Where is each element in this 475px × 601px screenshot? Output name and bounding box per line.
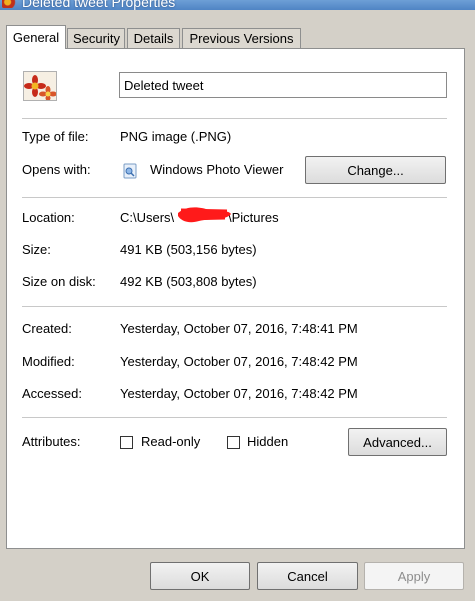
location-value-suffix: \Pictures — [228, 210, 279, 225]
general-panel — [6, 48, 465, 549]
title-bar[interactable]: Deleted tweet Properties — [0, 0, 475, 10]
separator — [22, 306, 447, 307]
location-value-prefix: C:\Users\ — [120, 210, 175, 225]
opens-with-value: Windows Photo Viewer — [150, 162, 284, 177]
window-title: Deleted tweet Properties — [22, 0, 176, 10]
cancel-button[interactable]: Cancel — [257, 562, 358, 590]
title-app-icon — [2, 0, 16, 8]
size-on-disk-value: 492 KB (503,808 bytes) — [120, 274, 257, 289]
separator — [22, 417, 447, 418]
tab-general[interactable]: General — [6, 25, 66, 49]
size-label: Size: — [22, 242, 51, 257]
modified-value: Yesterday, October 07, 2016, 7:48:42 PM — [120, 354, 358, 369]
opens-with-label: Opens with: — [22, 162, 91, 177]
location-label: Location: — [22, 210, 75, 225]
accessed-value: Yesterday, October 07, 2016, 7:48:42 PM — [120, 386, 358, 401]
read-only-checkbox[interactable] — [120, 436, 133, 449]
size-on-disk-label: Size on disk: — [22, 274, 96, 289]
tab-security[interactable]: Security — [67, 28, 125, 48]
type-of-file-label: Type of file: — [22, 129, 89, 144]
photo-viewer-icon — [122, 163, 138, 179]
separator — [22, 197, 447, 198]
hidden-checkbox[interactable] — [227, 436, 240, 449]
modified-label: Modified: — [22, 354, 75, 369]
attributes-label: Attributes: — [22, 434, 81, 449]
advanced-button[interactable]: Advanced... — [348, 428, 447, 456]
separator — [22, 118, 447, 119]
created-label: Created: — [22, 321, 72, 336]
type-of-file-value: PNG image (.PNG) — [120, 129, 232, 144]
read-only-label[interactable]: Read-only — [141, 434, 200, 449]
change-button[interactable]: Change... — [305, 156, 446, 184]
size-value: 491 KB (503,156 bytes) — [120, 242, 257, 257]
image-file-icon — [23, 71, 57, 101]
created-value: Yesterday, October 07, 2016, 7:48:41 PM — [120, 321, 358, 336]
accessed-label: Accessed: — [22, 386, 82, 401]
file-name-input[interactable] — [119, 72, 447, 98]
ok-button[interactable]: OK — [150, 562, 250, 590]
hidden-label[interactable]: Hidden — [247, 434, 288, 449]
tab-previous-versions[interactable]: Previous Versions — [182, 28, 301, 48]
tab-details[interactable]: Details — [127, 28, 180, 48]
apply-button[interactable]: Apply — [364, 562, 464, 590]
redaction-scribble — [175, 204, 233, 226]
